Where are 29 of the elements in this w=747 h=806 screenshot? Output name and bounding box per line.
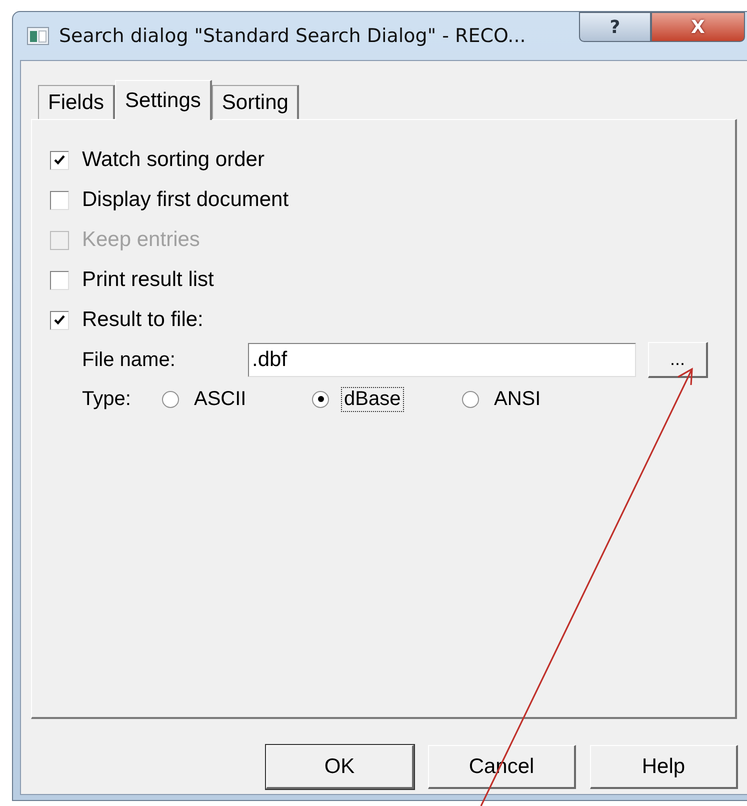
checkbox[interactable] bbox=[50, 270, 69, 290]
checkmark-icon bbox=[53, 154, 66, 166]
field-label: Type: bbox=[82, 388, 132, 410]
checkbox[interactable] bbox=[50, 190, 69, 210]
window-icon bbox=[27, 27, 49, 45]
checkbox-label: Watch sorting order bbox=[82, 148, 264, 172]
checkbox-label: Result to file: bbox=[82, 308, 204, 332]
checkbox[interactable] bbox=[50, 310, 69, 330]
radio-label: ASCII bbox=[193, 386, 248, 412]
dialog-button[interactable]: Help bbox=[590, 745, 738, 789]
checkbox[interactable] bbox=[50, 150, 69, 170]
file-name-field[interactable]: .dbf bbox=[248, 343, 636, 377]
help-button[interactable]: ? bbox=[579, 12, 651, 42]
radio-button[interactable] bbox=[462, 390, 479, 408]
radio-label: dBase bbox=[341, 386, 404, 412]
browse-button[interactable]: ... bbox=[648, 342, 708, 378]
radio-label: ANSI bbox=[493, 386, 542, 412]
window-title: Search dialog "Standard Search Dialog" - RECO... bbox=[59, 25, 526, 47]
field-label: File name: bbox=[82, 348, 176, 372]
radio-button[interactable] bbox=[162, 390, 179, 408]
tab[interactable]: Sorting bbox=[212, 85, 300, 119]
checkmark-icon bbox=[53, 314, 66, 326]
tab[interactable]: Fields bbox=[38, 85, 116, 119]
radio-button[interactable] bbox=[312, 390, 329, 408]
tab[interactable]: Settings bbox=[115, 80, 212, 120]
dialog-button[interactable]: OK bbox=[266, 745, 414, 789]
checkbox-label: Print result list bbox=[82, 268, 214, 292]
checkbox-label: Display first document bbox=[82, 188, 289, 212]
checkbox-label: Keep entries bbox=[82, 228, 200, 252]
